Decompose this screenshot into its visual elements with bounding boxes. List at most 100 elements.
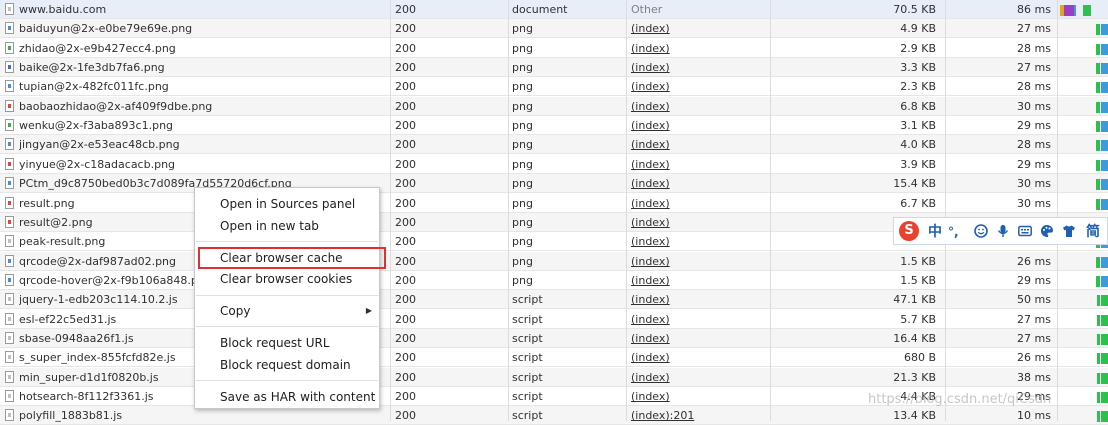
table-row[interactable]: result.png 200 png (index) 6.7 KB 30 ms [0,194,1108,213]
waterfall-bar [1083,5,1091,16]
waterfall-bar [1096,276,1100,287]
column-divider[interactable] [626,0,627,421]
request-initiator[interactable]: (index) [631,19,751,38]
request-status: 200 [395,138,416,151]
table-row[interactable]: zhidao@2x-e9b427ecc4.png 200 png (index) 2.9… [0,39,1108,58]
waterfall-bar [1096,44,1100,55]
request-initiator[interactable]: (index) [631,135,751,154]
request-initiator[interactable]: (index) [631,252,751,271]
request-initiator[interactable]: (index):201 [631,406,751,425]
table-row[interactable]: esl-ef22c5ed31.js 200 script (index) 5.7 KB 2… [0,310,1108,329]
table-row[interactable]: qrcode@2x-daf987ad02.png 200 png (index) 1.5… [0,252,1108,271]
soft-keyboard-icon[interactable] [1018,224,1032,238]
ime-punctuation-toggle[interactable]: °, [948,221,959,243]
block-request-domain-menu-item[interactable]: Block request domain [195,354,379,376]
waterfall-bar [1097,295,1100,306]
column-divider[interactable] [508,0,509,421]
waterfall-bar [1101,353,1108,364]
request-initiator[interactable]: (index) [631,116,751,135]
column-divider[interactable] [1057,0,1058,421]
image-file-icon [5,216,14,228]
request-type: script [512,371,543,384]
image-file-icon [5,119,14,131]
image-file-icon [5,22,14,34]
table-row[interactable]: jquery-1-edb203c114.10.2.js 200 script (ind… [0,290,1108,309]
request-type: script [512,409,543,422]
table-row[interactable]: s_super_index-855fcfd82e.js 200 script (ind… [0,348,1108,367]
table-row[interactable]: tupian@2x-482fc011fc.png 200 png (index) 2.3… [0,77,1108,96]
ime-simplified-toggle[interactable]: 简 [1086,221,1100,243]
request-initiator[interactable]: (index) [631,329,751,348]
request-initiator[interactable]: (index) [631,174,751,193]
request-initiator[interactable]: (index) [631,368,751,387]
request-initiator[interactable]: (index) [631,97,751,116]
request-type: png [512,235,533,248]
table-row[interactable]: PCtm_d9c8750bed0b3c7d089fa7d55720d6cf.pn… [0,174,1108,193]
request-size: 16.4 KB [893,332,936,345]
column-divider[interactable] [390,0,391,421]
request-size: 47.1 KB [893,293,936,306]
table-row[interactable]: wenku@2x-f3aba893c1.png 200 png (index) 3.1 … [0,116,1108,135]
table-row[interactable]: qrcode-hover@2x-f9b106a848.png 200 png (ind… [0,271,1108,290]
script-file-icon [5,371,14,383]
column-divider[interactable] [945,0,946,421]
request-initiator[interactable]: (index) [631,271,751,290]
waterfall-bar [1096,257,1100,268]
request-time: 50 ms [1017,293,1051,306]
menu-item-label: Save as HAR with content [220,390,376,404]
request-initiator[interactable]: (index) [631,39,751,58]
request-initiator[interactable]: (index) [631,290,751,309]
copy-menu-item[interactable]: Copy ▶ [195,300,379,322]
table-row[interactable]: baiduyun@2x-e0be79e69e.png 200 png (index) 4… [0,19,1108,38]
request-initiator[interactable]: (index) [631,232,751,251]
request-initiator[interactable]: (index) [631,155,751,174]
table-row[interactable]: www.baidu.com 200 document Other 70.5 KB 86 m… [0,0,1108,19]
clear-browser-cache-menu-item[interactable]: Clear browser cache [198,247,386,269]
clear-browser-cookies-menu-item[interactable]: Clear browser cookies [195,268,379,290]
request-initiator[interactable]: (index) [631,213,751,232]
column-divider[interactable] [770,0,771,421]
table-row[interactable]: polyfill_1883b81.js 200 script (index):201 1… [0,406,1108,425]
request-type: script [512,332,543,345]
voice-microphone-icon[interactable] [996,224,1010,238]
table-row[interactable]: baike@2x-1fe3db7fa6.png 200 png (index) 3.3 … [0,58,1108,77]
waterfall-bar [1097,411,1100,422]
table-row[interactable]: baobaozhidao@2x-af409f9dbe.png 200 png (ind… [0,97,1108,116]
request-status: 200 [395,119,416,132]
context-menu: Open in Sources panel Open in new tab Clea… [194,187,386,409]
ime-language-toggle[interactable]: 中 [928,221,942,243]
sogou-logo-icon[interactable]: S [899,221,919,241]
menu-item-label: Open in Sources panel [220,197,356,211]
table-row[interactable]: jingyan@2x-e53eac48cb.png 200 png (index) 4.… [0,135,1108,154]
open-in-sources-menu-item[interactable]: Open in Sources panel [195,193,379,215]
request-initiator[interactable]: (index) [631,194,751,213]
request-status: 200 [395,61,416,74]
request-type: script [512,313,543,326]
table-row[interactable]: yinyue@2x-c18adacacb.png 200 png (index) 3.9… [0,155,1108,174]
request-size: 13.4 KB [893,409,936,422]
save-as-har-menu-item[interactable]: Save as HAR with content [195,386,379,408]
request-name: baobaozhidao@2x-af409f9dbe.png [19,100,213,113]
open-in-new-tab-menu-item[interactable]: Open in new tab [195,215,379,237]
waterfall-bar [1101,315,1108,326]
request-initiator[interactable]: (index) [631,310,751,329]
tshirt-skin-icon[interactable] [1062,224,1076,238]
request-initiator[interactable]: (index) [631,387,751,406]
request-initiator[interactable]: (index) [631,348,751,367]
script-file-icon [5,293,14,305]
request-type: document [512,3,568,16]
block-request-url-menu-item[interactable]: Block request URL [195,332,379,354]
request-time: 10 ms [1017,409,1051,422]
request-type: png [512,42,533,55]
skin-palette-icon[interactable] [1040,224,1054,238]
emoji-icon[interactable] [974,224,988,238]
request-initiator[interactable]: (index) [631,58,751,77]
table-row[interactable]: min_super-d1d1f0820b.js 200 script (index) 2… [0,368,1108,387]
request-size: 4.0 KB [900,138,936,151]
request-name: wenku@2x-f3aba893c1.png [19,119,174,132]
request-initiator[interactable]: (index) [631,77,751,96]
table-row[interactable]: sbase-0948aa26f1.js 200 script (index) 16.4 … [0,329,1108,348]
request-status: 200 [395,293,416,306]
menu-separator [196,295,378,296]
request-time: 27 ms [1017,22,1051,35]
